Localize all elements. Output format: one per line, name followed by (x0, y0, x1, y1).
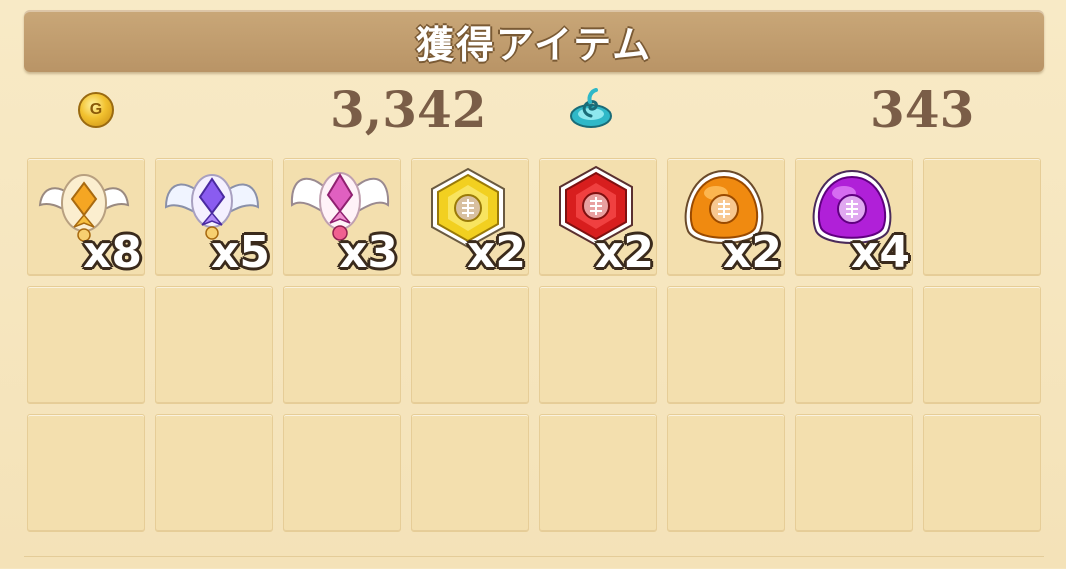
empty-slot (155, 414, 273, 532)
item-slot[interactable]: x2 (411, 158, 529, 276)
item-grid: x8 x5 x3 x2 x2 x2 x4 (27, 158, 1041, 532)
panel-bottom-divider (24, 556, 1044, 569)
gold-coin-icon: G (78, 92, 114, 128)
item-quantity: x2 (467, 227, 526, 278)
item-slot[interactable]: x5 (155, 158, 273, 276)
empty-slot (27, 414, 145, 532)
title-bar: 獲得アイテム (24, 10, 1044, 72)
empty-slot (539, 286, 657, 404)
gold-coin-letter: G (89, 101, 103, 118)
gold-amount: 3,342 (330, 80, 487, 139)
item-slot[interactable]: x8 (27, 158, 145, 276)
item-quantity: x3 (339, 227, 398, 278)
empty-slot (923, 158, 1041, 276)
item-slot[interactable]: x4 (795, 158, 913, 276)
empty-slot (923, 286, 1041, 404)
empty-slot (283, 286, 401, 404)
item-quantity: x2 (595, 227, 654, 278)
empty-slot (411, 286, 529, 404)
empty-slot (155, 286, 273, 404)
item-quantity: x2 (723, 227, 782, 278)
empty-slot (411, 414, 529, 532)
item-quantity: x8 (83, 227, 142, 278)
item-slot[interactable]: x2 (539, 158, 657, 276)
empty-slot (283, 414, 401, 532)
empty-slot (27, 286, 145, 404)
item-slot[interactable]: x2 (667, 158, 785, 276)
empty-slot (667, 414, 785, 532)
item-slot[interactable]: x3 (283, 158, 401, 276)
item-quantity: x4 (851, 227, 910, 278)
empty-slot (539, 414, 657, 532)
currency-row: G 3,342 343 (0, 76, 1066, 144)
empty-slot (667, 286, 785, 404)
spirit-swirl-icon (570, 88, 612, 128)
spirit-amount: 343 (870, 80, 975, 139)
panel-title: 獲得アイテム (415, 22, 653, 67)
item-result-panel: 獲得アイテム G 3,342 343 x8 x5 x3 x2 x2 x2 x4 (0, 0, 1066, 568)
item-quantity: x5 (211, 227, 270, 278)
empty-slot (923, 414, 1041, 532)
empty-slot (795, 286, 913, 404)
empty-slot (795, 414, 913, 532)
